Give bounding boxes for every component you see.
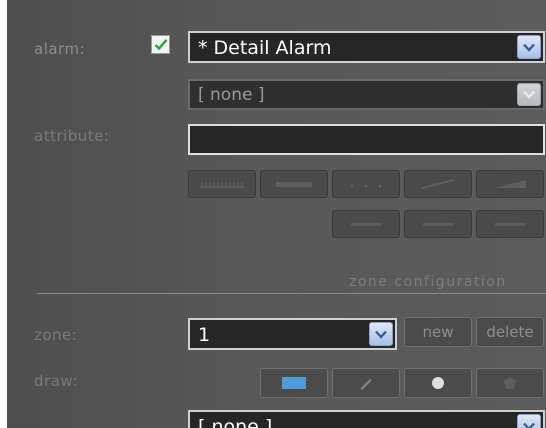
secondary-alarm-select-value: [ none ] [198, 85, 265, 105]
zone-select-value: 1 [198, 324, 211, 346]
rectangle-icon [282, 377, 306, 389]
bottom-select[interactable]: [ none ] [188, 410, 545, 428]
chevron-down-icon [375, 330, 387, 339]
draw-polygon-button[interactable] [476, 368, 544, 398]
pen-icon [421, 179, 455, 189]
alarm-select-dropdown-button[interactable] [517, 35, 541, 59]
ruler-tool-button[interactable] [188, 170, 256, 198]
chevron-down-icon [523, 422, 535, 428]
pencil-icon [360, 379, 372, 390]
attribute-input[interactable] [188, 124, 545, 155]
circle-icon [432, 377, 444, 389]
secondary-alarm-select[interactable]: [ none ] [188, 79, 545, 110]
attribute-label: attribute: [34, 127, 110, 145]
draw-label: draw: [34, 372, 78, 390]
ruler-icon [200, 182, 244, 188]
chevron-down-icon [523, 43, 535, 52]
new-zone-button[interactable]: new [404, 317, 472, 347]
polygon-icon [504, 377, 516, 389]
chevron-down-icon [523, 90, 535, 99]
text-icon [495, 223, 525, 226]
alarm-select[interactable]: * Detail Alarm [188, 31, 545, 63]
draw-circle-button[interactable] [404, 368, 472, 398]
section-divider [37, 293, 546, 294]
delete-zone-button[interactable]: delete [476, 317, 544, 347]
dots-tool-button[interactable] [332, 170, 400, 198]
alarm-settings-panel: alarm: * Detail Alarm [ none ] attribute… [7, 0, 546, 428]
draw-rectangle-button[interactable] [260, 368, 328, 398]
text-icon [423, 223, 453, 226]
bottom-select-dropdown-button[interactable] [517, 414, 541, 428]
bar-tool-button[interactable] [260, 170, 328, 198]
draw-pencil-button[interactable] [332, 368, 400, 398]
text-tool-button-3[interactable] [476, 210, 544, 238]
text-tool-button-1[interactable] [332, 210, 400, 238]
zone-label: zone: [34, 326, 78, 344]
alarm-select-value: * Detail Alarm [198, 37, 332, 59]
secondary-alarm-select-dropdown-button[interactable] [517, 83, 541, 106]
zone-select-dropdown-button[interactable] [369, 322, 393, 346]
text-icon [351, 223, 381, 226]
wedge-tool-button[interactable] [476, 170, 544, 198]
alarm-label: alarm: [34, 40, 86, 58]
checkmark-icon [154, 39, 167, 51]
bottom-select-value: [ none ] [198, 416, 273, 428]
zone-select[interactable]: 1 [188, 318, 397, 350]
zone-configuration-heading: zone configuration [349, 274, 507, 290]
dots-icon [350, 184, 382, 188]
bar-icon [276, 182, 312, 187]
wedge-icon [494, 180, 526, 188]
text-tool-button-2[interactable] [404, 210, 472, 238]
alarm-enabled-checkbox[interactable] [151, 35, 170, 54]
pen-tool-button[interactable] [404, 170, 472, 198]
